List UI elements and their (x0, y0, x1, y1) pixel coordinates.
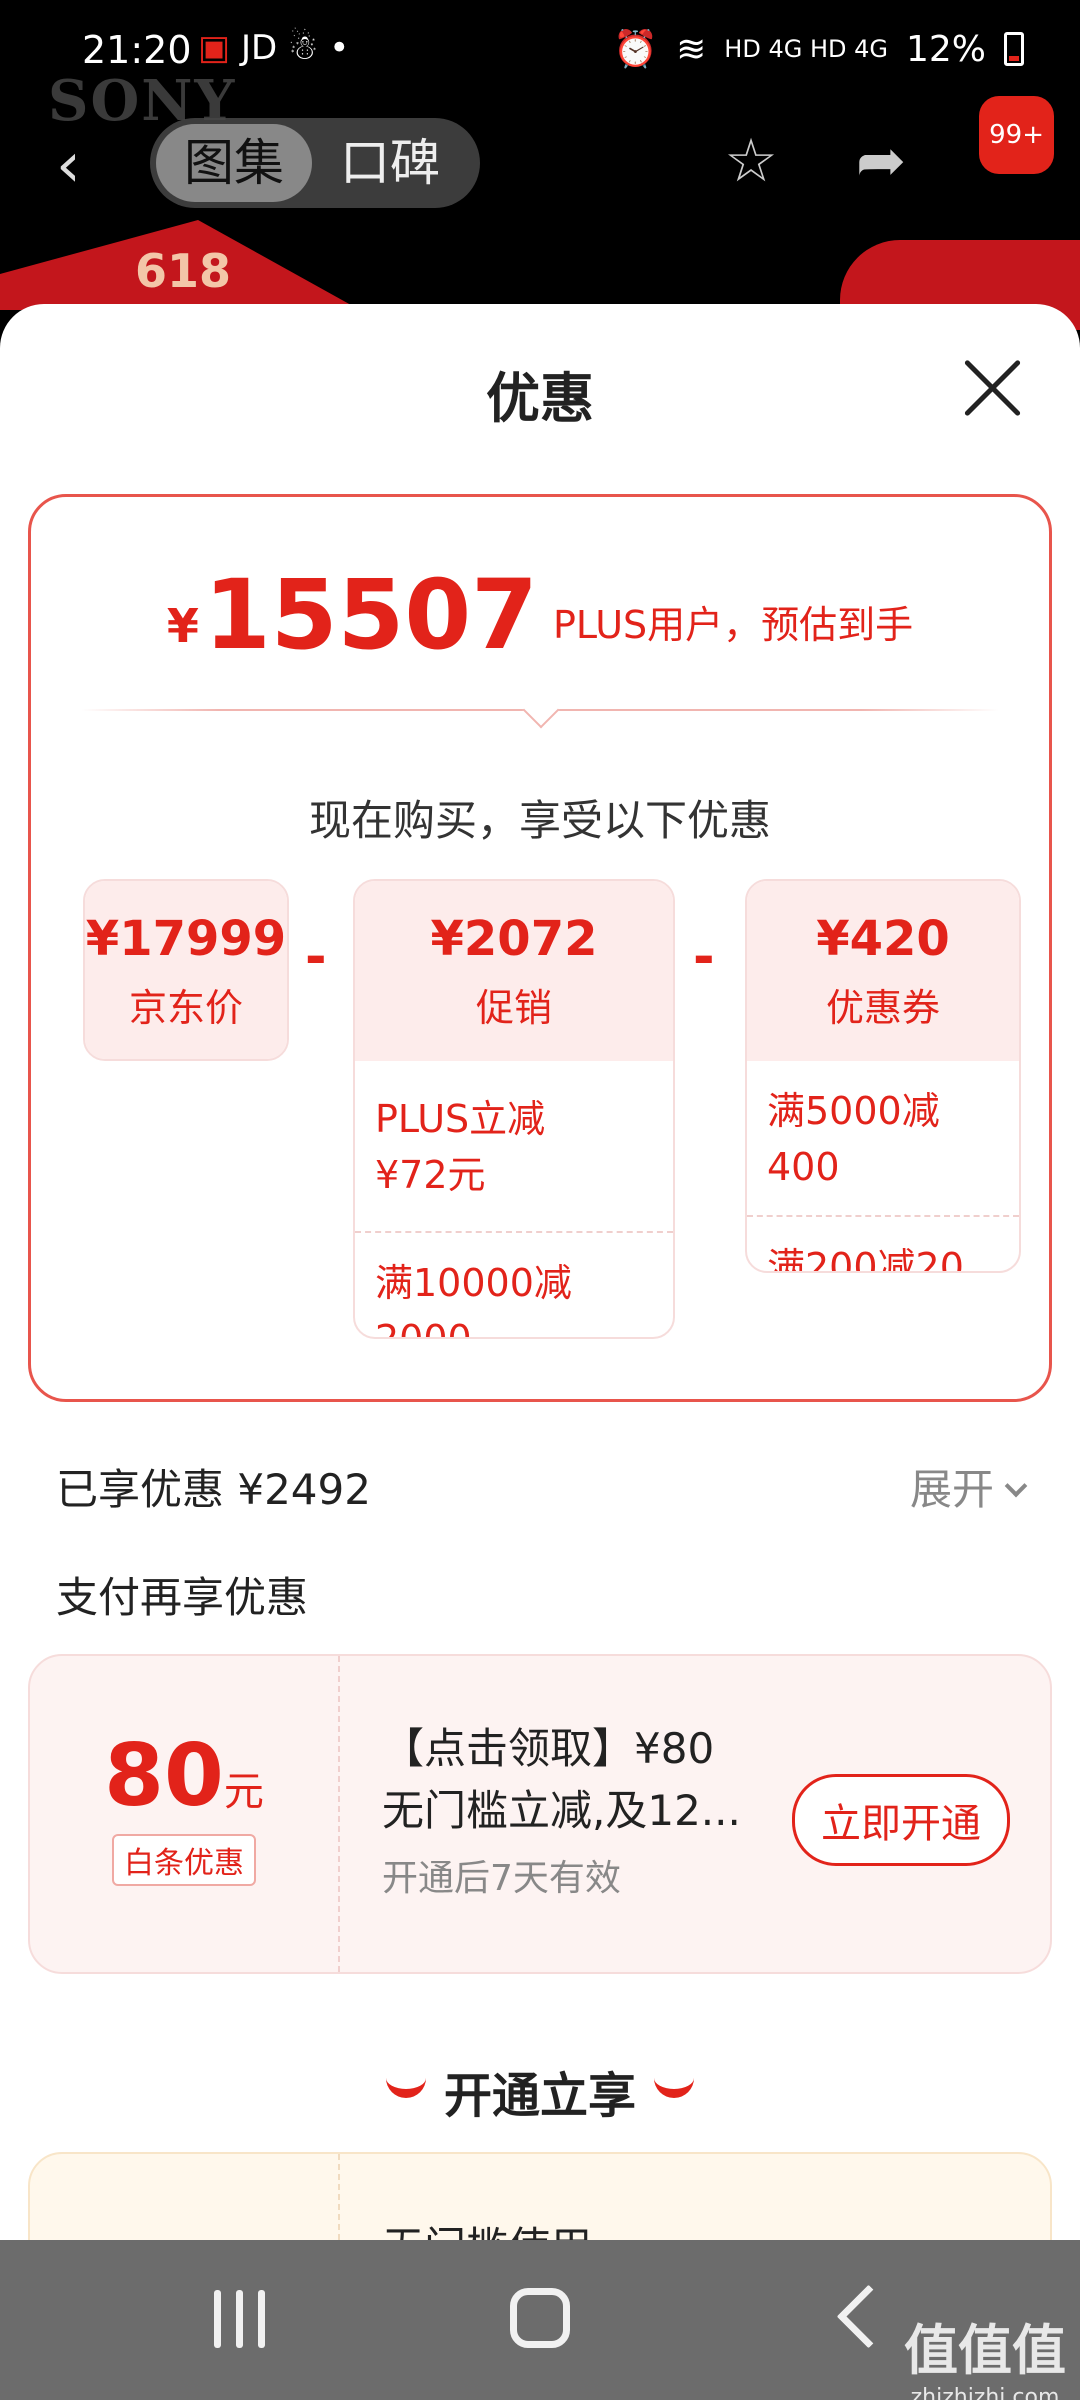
nav-actions: ☆ ➦ ⋯ 99+ (716, 96, 1054, 196)
promotion-box: ¥2072 促销 PLUS立减 ¥72元 满10000减2000 (353, 879, 675, 1339)
baitiao-coupon-left: 80元 白条优惠 (30, 1656, 340, 1972)
activate-now-button[interactable]: 立即开通 (792, 1774, 1010, 1866)
coupon-box: ¥420 优惠券 满5000减400 满200减20 (745, 879, 1021, 1273)
price-breakdown-card: ¥ 15507 PLUS用户，预估到手 现在购买，享受以下优惠 ¥17999 京… (28, 494, 1052, 1402)
battery-icon (1004, 32, 1024, 66)
top-nav: ‹ 图集 口碑 ☆ ➦ ⋯ 99+ (0, 96, 1080, 220)
benefit-title-text: 开通立享 (443, 2068, 636, 2124)
watermark: 值值值 zhizhizhi.com (904, 2306, 1066, 2400)
sheet-title: 优惠 (486, 367, 594, 430)
estimated-price-note: PLUS用户，预估到手 (553, 603, 914, 647)
minus-sign: - (305, 927, 327, 987)
status-app-icons: ▣ JD ☃ • (198, 28, 350, 68)
promo-text: 618 (135, 244, 232, 298)
chevron-down-icon (1004, 1474, 1028, 1498)
minus-sign: - (693, 927, 715, 987)
notification-badge: 99+ (979, 96, 1054, 174)
close-icon[interactable] (960, 356, 1024, 420)
watermark-text: 值值值 (904, 2319, 1066, 2382)
benefit-coupon-card[interactable]: 无门槛使用 (28, 2152, 1052, 2240)
promotion-amount: ¥2072 (430, 911, 598, 967)
benefit-coupon-text: 无门槛使用 (382, 2214, 592, 2240)
favorite-star-icon[interactable]: ☆ (716, 126, 786, 196)
coupon-item-5000: 满5000减400 (767, 1089, 940, 1189)
benefit-coupon-left (30, 2154, 340, 2240)
smile-decoration-icon (654, 2078, 694, 2098)
expand-label: 展开 (909, 1465, 994, 1514)
promotion-item-plus: PLUS立减 (375, 1097, 546, 1141)
baitiao-unit: 元 (223, 1769, 264, 1815)
enjoy-discounts-text: 现在购买，享受以下优惠 (308, 796, 771, 845)
promotion-label: 促销 (475, 986, 552, 1030)
coupon-label: 优惠券 (825, 986, 940, 1030)
alarm-icon: ⏰ (613, 29, 659, 70)
estimated-price: ¥ 15507 PLUS用户，预估到手 (31, 559, 1049, 671)
baitiao-coupon-card[interactable]: 80元 白条优惠 【点击领取】¥80 无门槛立减,及12... 开通后7天有效 … (28, 1654, 1052, 1974)
promotion-item-full-reduction: 满10000减2000 (375, 1261, 572, 1339)
smile-decoration-icon (385, 2078, 426, 2098)
recent-apps-icon[interactable] (208, 2290, 278, 2350)
baitiao-line1: 【点击领取】¥80 (382, 1724, 715, 1773)
promotion-item-plus-amount: ¥72元 (375, 1153, 486, 1197)
wifi-icon: ≋ (676, 28, 707, 70)
battery-text: 12% (905, 28, 986, 70)
expand-button[interactable]: 展开 (909, 1456, 1028, 1517)
currency-symbol: ¥ (166, 599, 199, 653)
home-icon[interactable] (510, 2288, 570, 2348)
estimated-price-value: 15507 (203, 559, 538, 671)
pay-more-discounts-title: 支付再享优惠 (56, 1573, 309, 1622)
tab-reviews[interactable]: 口碑 (312, 124, 468, 202)
system-back-icon[interactable] (828, 2286, 878, 2336)
status-right: ⏰ ≋ HD 4G HD 4G 12% (613, 28, 1024, 70)
benefit-section-title: 开通立享 (0, 2056, 1080, 2126)
coupon-amount: ¥420 (816, 911, 950, 967)
baitiao-tag: 白条优惠 (112, 1834, 256, 1886)
back-button[interactable]: ‹ (56, 130, 116, 200)
signal-text: HD 4G HD 4G (724, 35, 888, 63)
share-icon[interactable]: ➦ (846, 126, 916, 196)
savings-total: 已享优惠 ¥2492 (56, 1465, 371, 1514)
jd-price-amount: ¥17999 (85, 911, 287, 967)
baitiao-validity: 开通后7天有效 (382, 1858, 621, 1899)
jd-price-box: ¥17999 京东价 (83, 879, 289, 1061)
baitiao-description: 【点击领取】¥80 无门槛立减,及12... 开通后7天有效 (382, 1718, 802, 1910)
watermark-sub: zhizhizhi.com (910, 2385, 1060, 2400)
status-time: 21:20 (82, 28, 192, 72)
tab-gallery[interactable]: 图集 (156, 124, 312, 202)
baitiao-amount: 80 (104, 1726, 224, 1826)
discount-sheet: 优惠 ¥ 15507 PLUS用户，预估到手 现在购买，享受以下优惠 ¥1799… (0, 304, 1080, 2240)
tab-switcher: 图集 口碑 (150, 118, 480, 208)
divider-notch (522, 691, 560, 729)
baitiao-line2: 无门槛立减,及12... (382, 1786, 741, 1835)
more-menu-icon[interactable]: ⋯ 99+ (976, 96, 1054, 196)
jd-price-label: 京东价 (128, 986, 243, 1030)
coupon-item-200: 满200减20 (767, 1245, 964, 1273)
